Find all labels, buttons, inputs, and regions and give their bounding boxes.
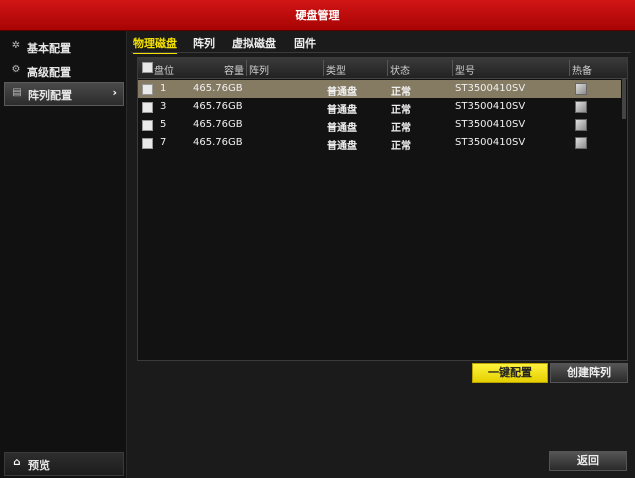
cell-capacity: 465.76GB bbox=[193, 101, 243, 112]
cell-type: 普通盘 bbox=[327, 141, 357, 152]
header-array: 阵列 bbox=[249, 66, 269, 77]
row-checkbox[interactable] bbox=[142, 120, 153, 131]
column-separator bbox=[569, 60, 570, 76]
back-button[interactable]: 返回 bbox=[549, 451, 627, 471]
preview-label: 预览 bbox=[28, 459, 50, 472]
cell-status: 正常 bbox=[391, 141, 411, 152]
preview-button[interactable]: ⌂ 预览 bbox=[4, 452, 124, 476]
cell-type: 普通盘 bbox=[327, 123, 357, 134]
header-slot: 盘位 bbox=[154, 66, 174, 77]
cell-model: ST3500410SV bbox=[455, 101, 526, 112]
header-model: 型号 bbox=[455, 66, 475, 77]
header-status: 状态 bbox=[390, 66, 410, 77]
advanced-settings-icon: ⚙ bbox=[11, 64, 21, 75]
cell-capacity: 465.76GB bbox=[193, 137, 243, 148]
cell-status: 正常 bbox=[391, 87, 411, 98]
tab-firmware[interactable]: 固件 bbox=[294, 35, 316, 51]
tab-virtual-disk[interactable]: 虚拟磁盘 bbox=[232, 35, 276, 51]
header-hotspare: 热备 bbox=[572, 66, 592, 77]
hotspare-edit-icon[interactable] bbox=[575, 83, 587, 95]
table-row[interactable]: 1 465.76GB 普通盘 正常 ST3500410SV bbox=[138, 80, 621, 98]
sidebar-item-label: 阵列配置 bbox=[28, 89, 72, 102]
header-type: 类型 bbox=[326, 66, 346, 77]
table-row[interactable]: 5 465.76GB 普通盘 正常 ST3500410SV bbox=[138, 116, 621, 134]
array-icon: ▤ bbox=[12, 87, 22, 98]
home-icon: ⌂ bbox=[13, 457, 21, 468]
hotspare-edit-icon[interactable] bbox=[575, 119, 587, 131]
cell-status: 正常 bbox=[391, 123, 411, 134]
sidebar-item-label: 基本配置 bbox=[27, 42, 71, 55]
cell-status: 正常 bbox=[391, 105, 411, 116]
column-separator bbox=[387, 60, 388, 76]
gear-icon: ✲ bbox=[11, 40, 21, 51]
tab-divider bbox=[131, 52, 631, 53]
sidebar: ✲ 基本配置 ⚙ 高级配置 ▤ 阵列配置 › ⌂ 预览 bbox=[0, 31, 127, 478]
cell-slot: 3 bbox=[160, 101, 167, 112]
column-separator bbox=[246, 60, 247, 76]
cell-model: ST3500410SV bbox=[455, 137, 526, 148]
window-title: 硬盘管理 bbox=[295, 9, 340, 22]
disk-table: 盘位 容量 阵列 类型 状态 型号 热备 1 465.76GB 普通盘 正常 S… bbox=[137, 57, 628, 361]
cell-model: ST3500410SV bbox=[455, 119, 526, 130]
cell-capacity: 465.76GB bbox=[193, 119, 243, 130]
sidebar-item-basic-config[interactable]: ✲ 基本配置 bbox=[4, 36, 122, 58]
header-capacity: 容量 bbox=[224, 66, 244, 77]
hotspare-edit-icon[interactable] bbox=[575, 101, 587, 113]
sidebar-item-advanced-config[interactable]: ⚙ 高级配置 bbox=[4, 60, 122, 82]
cell-slot: 7 bbox=[160, 137, 167, 148]
one-key-config-button[interactable]: 一键配置 bbox=[472, 363, 548, 383]
column-separator bbox=[323, 60, 324, 76]
table-scrollbar[interactable] bbox=[622, 79, 626, 119]
cell-type: 普通盘 bbox=[327, 87, 357, 98]
table-row[interactable]: 7 465.76GB 普通盘 正常 ST3500410SV bbox=[138, 134, 621, 152]
tab-array[interactable]: 阵列 bbox=[193, 35, 215, 51]
title-bar: 硬盘管理 bbox=[0, 0, 635, 31]
cell-slot: 1 bbox=[160, 83, 167, 94]
chevron-right-icon: › bbox=[112, 86, 117, 99]
select-all-checkbox[interactable] bbox=[142, 62, 153, 73]
row-checkbox[interactable] bbox=[142, 84, 153, 95]
sidebar-item-label: 高级配置 bbox=[27, 66, 71, 79]
row-checkbox[interactable] bbox=[142, 138, 153, 149]
cell-model: ST3500410SV bbox=[455, 83, 526, 94]
create-array-button[interactable]: 创建阵列 bbox=[550, 363, 628, 383]
table-row[interactable]: 3 465.76GB 普通盘 正常 ST3500410SV bbox=[138, 98, 621, 116]
table-header: 盘位 容量 阵列 类型 状态 型号 热备 bbox=[138, 58, 627, 79]
cell-capacity: 465.76GB bbox=[193, 83, 243, 94]
cell-type: 普通盘 bbox=[327, 105, 357, 116]
cell-slot: 5 bbox=[160, 119, 167, 130]
hotspare-edit-icon[interactable] bbox=[575, 137, 587, 149]
row-checkbox[interactable] bbox=[142, 102, 153, 113]
column-separator bbox=[452, 60, 453, 76]
sidebar-item-array-config[interactable]: ▤ 阵列配置 › bbox=[4, 82, 124, 106]
